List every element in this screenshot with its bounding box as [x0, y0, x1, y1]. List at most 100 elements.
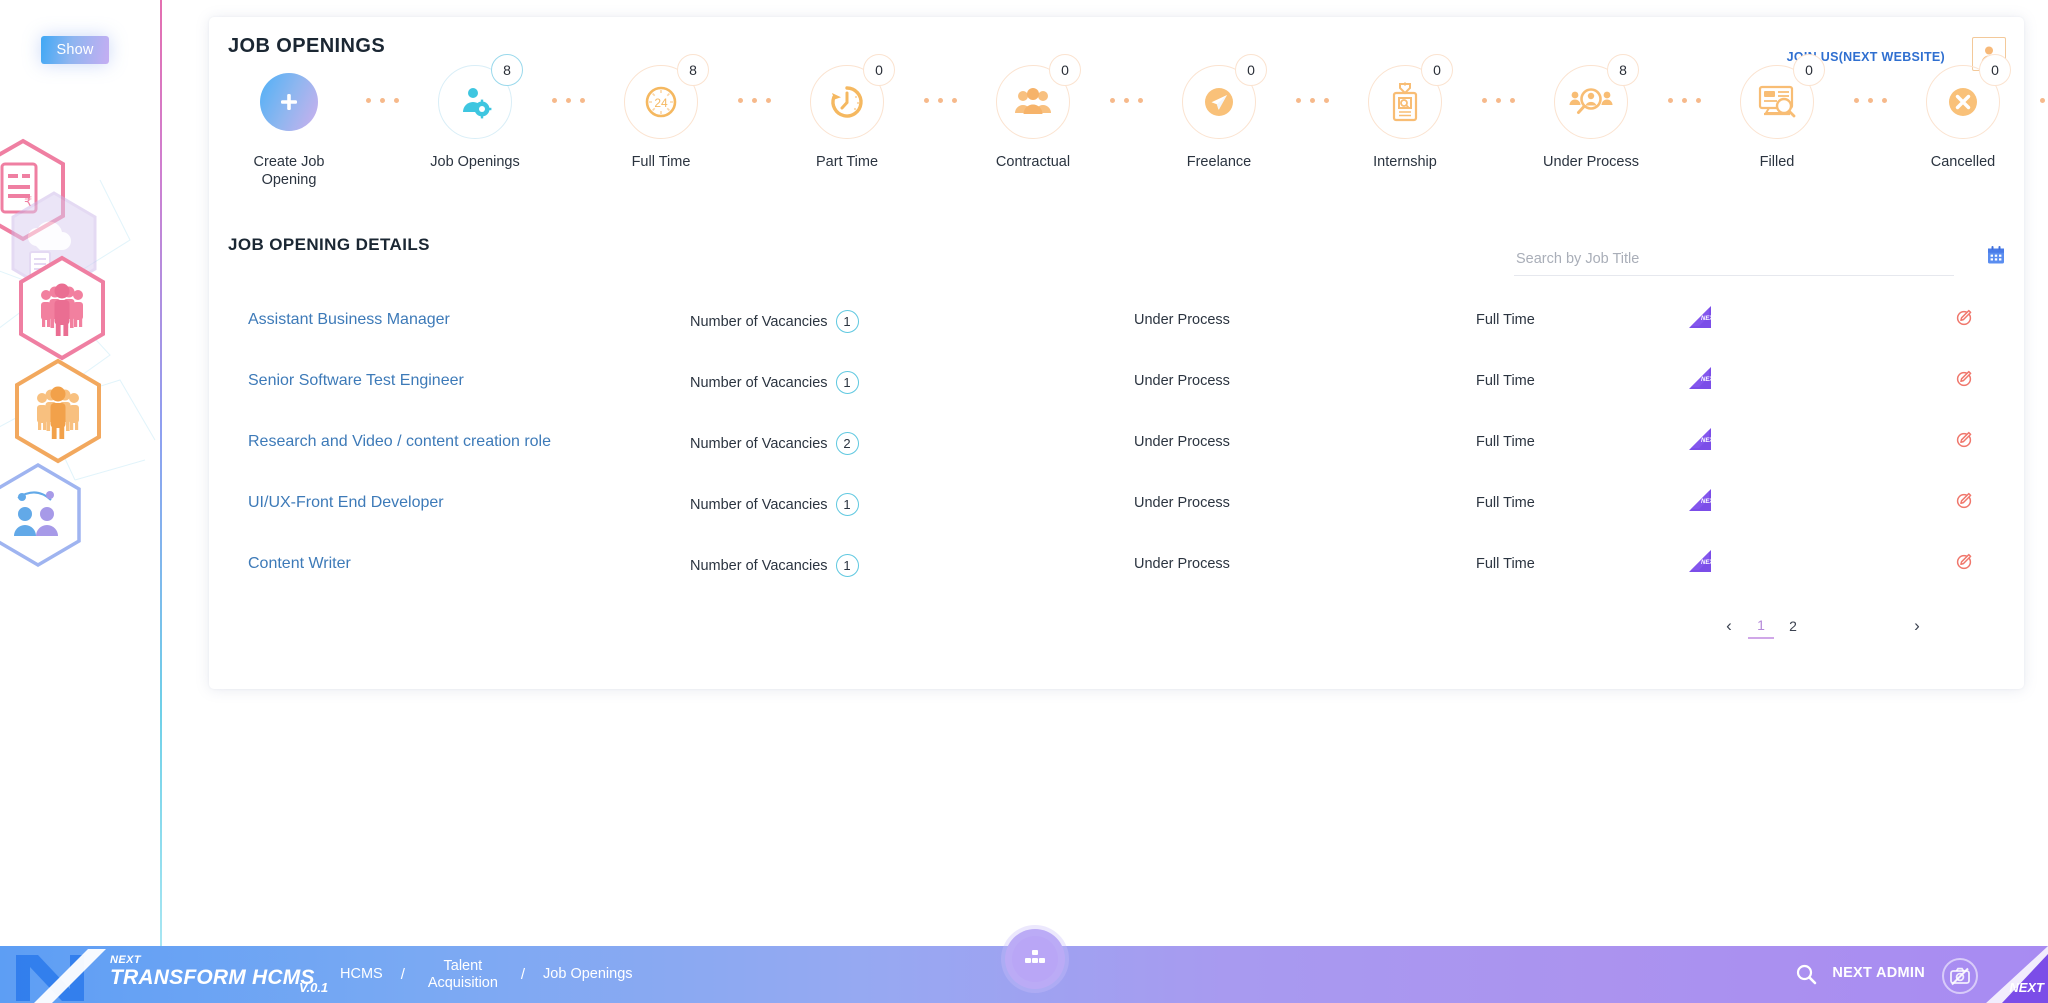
team-collaboration-hexagon-icon — [0, 462, 84, 568]
connector-dots — [727, 65, 781, 103]
global-search-button[interactable] — [1795, 963, 1817, 988]
stat-label: Part Time — [787, 153, 907, 171]
connector-dots — [1099, 65, 1153, 103]
stat-create-job-opening[interactable]: Create Job Opening — [223, 65, 355, 189]
stat-filled[interactable]: 0 Filled — [1711, 65, 1843, 171]
sidebar-item-people-orange[interactable] — [12, 358, 104, 464]
search-field-wrapper — [1514, 245, 1954, 276]
pagination-prev[interactable]: ‹ — [1716, 613, 1742, 639]
job-title-link[interactable]: Research and Video / content creation ro… — [248, 433, 551, 451]
stat-label: Create Job Opening — [229, 153, 349, 189]
stat-under-process[interactable]: 8 Under Process — [1525, 65, 1657, 171]
connector-dots — [1843, 65, 1897, 103]
admin-label: NEXT ADMIN — [1832, 965, 1925, 981]
create-job-opening-button[interactable] — [260, 73, 318, 131]
pagination: ‹ 1 2 › — [1716, 613, 1930, 639]
connector-dots — [1471, 65, 1525, 103]
show-button[interactable]: Show — [41, 36, 109, 64]
vacancies-label: Number of Vacancies — [690, 314, 828, 330]
job-title-link[interactable]: Content Writer — [248, 555, 351, 573]
breadcrumb-talent-acquisition[interactable]: Talent Acquisition — [423, 958, 503, 991]
status-cell: Under Process — [1134, 495, 1230, 511]
status-cell: Under Process — [1134, 434, 1230, 450]
stat-count-badge: 0 — [1235, 54, 1267, 86]
table-row[interactable]: Research and Video / content creation ro… — [209, 411, 2024, 472]
connector-dots — [541, 65, 595, 103]
edit-button[interactable] — [1955, 552, 1973, 575]
left-sidebar: Show ₹ — [0, 0, 161, 947]
connector-dots — [2029, 65, 2048, 103]
stat-internship[interactable]: 0 Internship — [1339, 65, 1471, 171]
cancel-cross-icon — [1944, 83, 1982, 121]
stat-job-openings[interactable]: 8 Job Openings — [409, 65, 541, 171]
vacancies-count: 1 — [836, 493, 859, 516]
half-clock-icon — [828, 83, 866, 121]
table-row[interactable]: Assistant Business Manager Number of Vac… — [209, 289, 2024, 350]
pagination-page-1[interactable]: 1 — [1748, 613, 1774, 639]
sidebar-item-people-pink[interactable] — [16, 255, 108, 361]
table-row[interactable]: UI/UX-Front End Developer Number of Vaca… — [209, 472, 2024, 533]
search-input[interactable] — [1514, 245, 1954, 276]
stat-label: Full Time — [601, 153, 721, 171]
vacancies-cell: Number of Vacancies 1 — [690, 554, 859, 577]
stat-freelance[interactable]: 0 Freelance — [1153, 65, 1285, 171]
stat-cancelled[interactable]: 0 Cancelled — [1897, 65, 2029, 171]
job-title-link[interactable]: Assistant Business Manager — [248, 311, 450, 329]
next-logo-badge[interactable]: NEXT — [1689, 428, 1711, 455]
table-row[interactable]: Content Writer Number of Vacancies 1 Und… — [209, 533, 2024, 594]
vacancies-label: Number of Vacancies — [690, 375, 828, 391]
next-corner-badge: NEXT — [1976, 946, 2048, 1003]
stat-full-time[interactable]: 8 24 Full Time — [595, 65, 727, 171]
edit-icon — [1955, 552, 1973, 570]
brand-big: TRANSFORM HCMS — [110, 966, 315, 990]
paper-plane-icon — [1200, 83, 1238, 121]
edit-button[interactable] — [1955, 491, 1973, 514]
next-logo-badge[interactable]: NEXT — [1689, 489, 1711, 516]
next-logo-badge[interactable]: NEXT — [1689, 306, 1711, 333]
vacancies-count: 1 — [836, 554, 859, 577]
edit-button[interactable] — [1955, 430, 1973, 453]
stat-label: Internship — [1345, 153, 1465, 171]
stat-count-badge: 0 — [1979, 54, 2011, 86]
edit-icon — [1955, 430, 1973, 448]
pagination-page-2[interactable]: 2 — [1780, 613, 1806, 639]
pagination-next[interactable]: › — [1904, 613, 1930, 639]
vacancies-label: Number of Vacancies — [690, 558, 828, 574]
table-row[interactable]: Senior Software Test Engineer Number of … — [209, 350, 2024, 411]
job-type-cell: Full Time — [1476, 312, 1535, 328]
search-icon — [1795, 963, 1817, 985]
next-logo-badge[interactable]: NEXT — [1689, 367, 1711, 394]
next-logo-icon: NEXT — [1689, 367, 1711, 389]
vacancies-cell: Number of Vacancies 2 — [690, 432, 859, 455]
connector-dots — [355, 65, 409, 103]
connector-dots — [913, 65, 967, 103]
job-title-link[interactable]: UI/UX-Front End Developer — [248, 494, 444, 512]
stat-label: Job Openings — [415, 153, 535, 171]
apps-menu-button[interactable] — [1005, 929, 1065, 989]
job-type-cell: Full Time — [1476, 556, 1535, 572]
next-logo-badge[interactable]: NEXT — [1689, 550, 1711, 577]
vacancies-cell: Number of Vacancies 1 — [690, 310, 859, 333]
job-title-link[interactable]: Senior Software Test Engineer — [248, 372, 464, 390]
person-gear-icon — [458, 85, 492, 119]
calendar-button[interactable] — [1986, 245, 2006, 268]
stat-part-time[interactable]: 0 Part Time — [781, 65, 913, 171]
breadcrumb-hcms[interactable]: HCMS — [340, 966, 383, 983]
svg-text:24: 24 — [654, 96, 668, 110]
stat-count-badge: 0 — [1049, 54, 1081, 86]
stat-contractual[interactable]: 0 Contractual — [967, 65, 1099, 171]
brand-block: NEXT TRANSFORM HCMS — [110, 955, 315, 990]
stat-count-badge: 8 — [1607, 54, 1639, 86]
breadcrumb-job-openings[interactable]: Job Openings — [543, 966, 632, 983]
edit-button[interactable] — [1955, 369, 1973, 392]
vacancies-cell: Number of Vacancies 1 — [690, 371, 859, 394]
sidebar-item-team[interactable] — [0, 462, 84, 568]
edit-button[interactable] — [1955, 308, 1973, 331]
connector-dots — [1657, 65, 1711, 103]
people-group-icon — [1013, 85, 1053, 119]
app-logo[interactable] — [8, 941, 118, 1003]
edit-icon — [1955, 491, 1973, 509]
profile-photo-button[interactable] — [1942, 958, 1978, 994]
next-logo-icon: NEXT — [1689, 550, 1711, 572]
status-cell: Under Process — [1134, 312, 1230, 328]
